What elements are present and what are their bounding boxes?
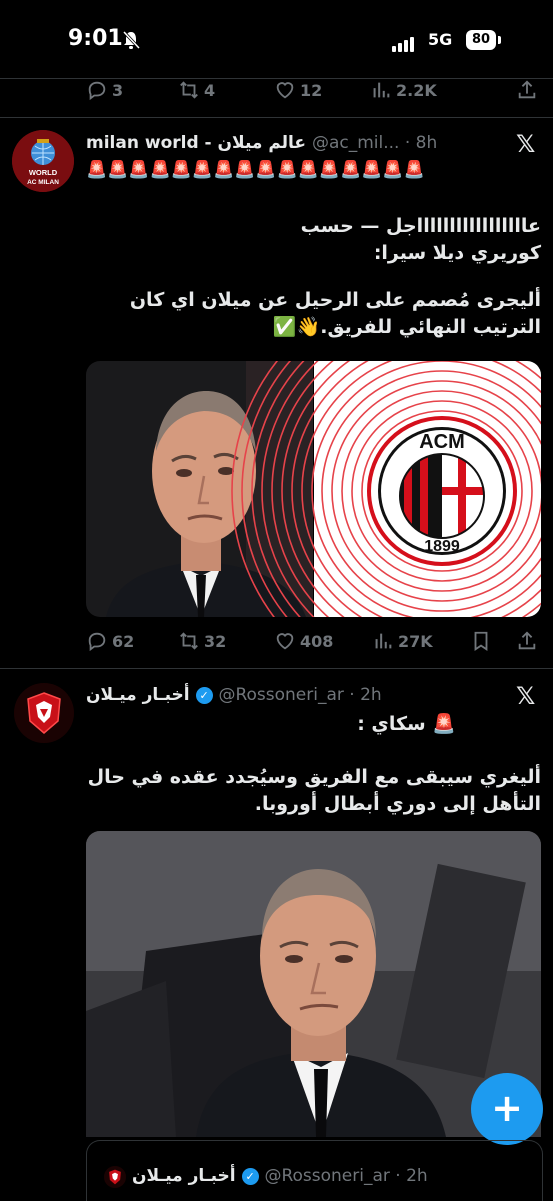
tweet-header: أخبـار ميـلان ✓ @Rossoneri_ar · 2h — [86, 685, 382, 705]
status-time: 9:01 — [68, 26, 123, 51]
signal-icon — [392, 33, 416, 52]
avatar — [104, 1166, 126, 1188]
x-logo-icon: 𝕏 — [516, 682, 536, 710]
reply-count: 62 — [112, 631, 135, 651]
reply-button[interactable]: 3 — [86, 75, 123, 105]
share-button[interactable] — [516, 75, 542, 105]
tweet-text-line: 🚨 سكاي : — [357, 713, 456, 735]
heart-icon — [276, 82, 294, 99]
views-icon — [375, 633, 392, 649]
avatar[interactable] — [14, 683, 74, 743]
badge-acm: ACM — [419, 431, 465, 453]
network-label: 5G — [428, 30, 453, 49]
like-count: 12 — [300, 80, 323, 100]
author-handle: @Rossoneri_ar · 2h — [264, 1166, 428, 1186]
like-count: 408 — [300, 631, 334, 651]
bookmark-icon — [474, 631, 488, 651]
media-image: ACM 1899 — [86, 361, 541, 617]
views-icon — [373, 82, 390, 98]
author-handle[interactable]: @Rossoneri_ar · 2h — [218, 685, 381, 705]
milan-news-logo — [104, 1166, 126, 1188]
author-name[interactable]: أخبـار ميـلان — [86, 685, 190, 705]
tweet-text: عاااااااااااااااااجل — حسب كوريري ديلا س… — [86, 213, 541, 341]
retweet-icon — [180, 81, 198, 99]
tweet-text-line: الترتيب النهائي للفريق.👋✅ — [272, 316, 541, 338]
tweet-text: أليغري سيبقى مع الفريق وسيُجدد عقده في ح… — [86, 764, 541, 818]
heart-icon — [276, 633, 294, 650]
tweet-text-line: أليغري سيبقى مع الفريق وسيُجدد عقده في ح… — [87, 766, 541, 788]
tweet-header: milan world - عالم ميلان @ac_mil... · 8h — [86, 133, 437, 153]
divider — [0, 668, 553, 669]
bell-off-icon — [122, 30, 140, 50]
divider — [0, 117, 553, 118]
prev-tweet-action-bar: 3 4 12 2.2K — [0, 75, 553, 105]
quoted-tweet-header: أخبـار ميـلان ✓ @Rossoneri_ar · 2h — [132, 1166, 428, 1186]
views-button[interactable]: 2.2K — [370, 75, 437, 105]
retweet-count: 32 — [204, 631, 227, 651]
compose-button[interactable]: + — [471, 1073, 543, 1145]
tweet-action-bar: 62 32 408 27K — [0, 626, 553, 656]
views-count: 2.2K — [396, 80, 437, 100]
avatar-text-acmilan: AC MILAN — [27, 179, 59, 186]
author-handle[interactable]: @ac_mil... · 8h — [312, 133, 437, 153]
bookmark-button[interactable] — [470, 626, 496, 656]
author-name: أخبـار ميـلان — [132, 1166, 236, 1186]
reply-count: 3 — [112, 80, 124, 100]
retweet-button[interactable]: 4 — [178, 75, 215, 105]
reply-icon — [88, 632, 106, 652]
share-icon — [518, 80, 536, 99]
world-milan-logo: WORLD AC MILAN — [12, 130, 74, 192]
retweet-count: 4 — [204, 80, 216, 100]
tweet-text-line: التأهل إلى دوري أبطال أوروبا. — [254, 793, 541, 815]
emoji-row: 🚨🚨🚨🚨🚨🚨🚨🚨🚨🚨🚨🚨🚨🚨🚨🚨 — [86, 160, 425, 180]
views-count: 27K — [398, 631, 433, 651]
reply-icon — [88, 81, 106, 101]
tweet-text-line: كوريري ديلا سيرا: — [373, 242, 541, 264]
badge-year: 1899 — [424, 538, 460, 555]
like-button[interactable]: 12 — [274, 75, 322, 105]
avatar-text-world: WORLD — [29, 168, 58, 177]
battery-indicator: 80 — [466, 30, 496, 50]
reply-button[interactable]: 62 — [86, 626, 134, 656]
avatar[interactable]: WORLD AC MILAN — [12, 130, 74, 192]
tweet-text-line: أليجرى مُصمم على الرحيل عن ميلان اي كان — [129, 289, 541, 311]
media-image — [86, 831, 541, 1137]
tweet-media[interactable] — [86, 831, 541, 1137]
verified-badge-icon: ✓ — [241, 1168, 259, 1185]
milan-news-logo — [14, 683, 74, 743]
tweet-media[interactable]: ACM 1899 — [86, 361, 541, 617]
retweet-button[interactable]: 32 — [178, 626, 226, 656]
retweet-icon — [180, 632, 198, 650]
tweet-text-line: عاااااااااااااااااجل — حسب — [300, 215, 541, 237]
x-logo-icon: 𝕏 — [516, 130, 536, 158]
views-button[interactable]: 27K — [372, 626, 433, 656]
battery-tip — [498, 36, 501, 44]
like-button[interactable]: 408 — [274, 626, 333, 656]
share-button[interactable] — [516, 626, 542, 656]
share-icon — [518, 631, 536, 650]
verified-badge-icon: ✓ — [195, 687, 213, 704]
author-name[interactable]: milan world - عالم ميلان — [86, 133, 306, 153]
